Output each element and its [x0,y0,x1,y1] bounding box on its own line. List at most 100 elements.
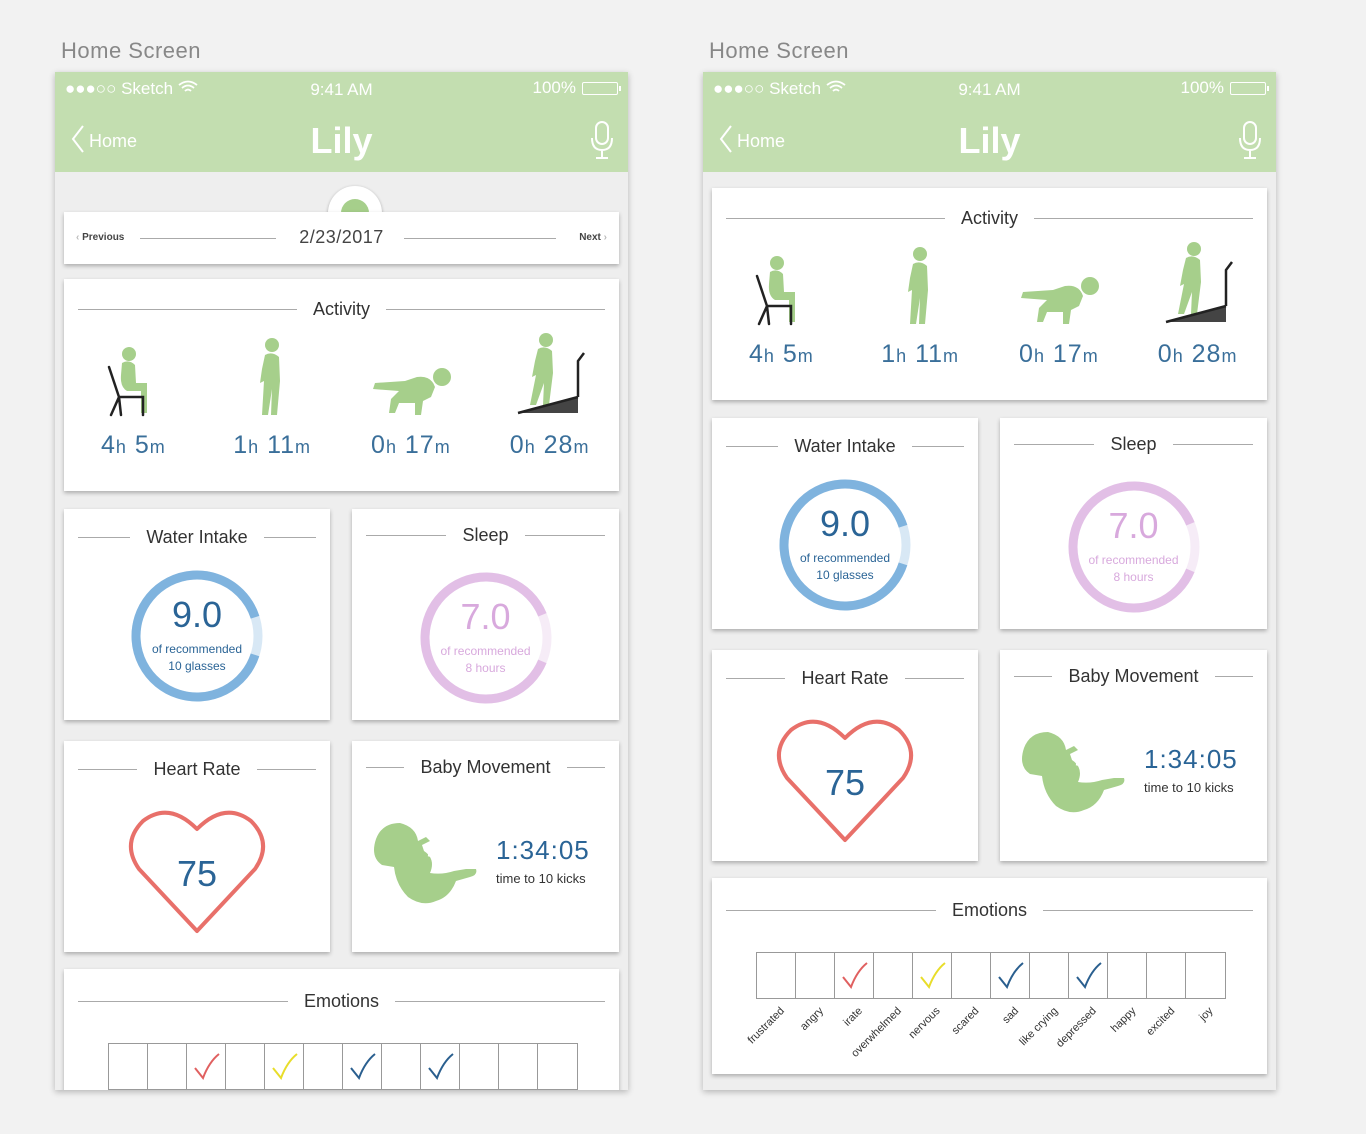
emotion-checkbox[interactable] [874,953,913,998]
divider [256,769,317,770]
emotion-checkbox[interactable] [1030,953,1069,998]
emotion-checkbox[interactable] [265,1044,304,1089]
emotion-checkbox[interactable] [796,953,835,998]
artboard-label: Home Screen [709,38,850,63]
emotion-checkbox[interactable] [835,953,874,998]
sleep-caption: of recommended 8 hours [1088,553,1179,584]
emotion-label: excited [1143,1005,1177,1039]
divider [911,446,964,447]
activity-card[interactable]: Activity 4h 5m 1h 11m 0h 17m 0h 28m [712,188,1267,400]
checkmark-icon [193,1052,221,1085]
emotion-checkbox[interactable] [1069,953,1108,998]
date-navigator: ‹ Previous 2/23/2017 Next › [64,212,619,264]
activity-item[interactable]: 1h 11m [212,331,332,460]
emotion-checkbox[interactable] [499,1044,538,1089]
heart-rate-card[interactable]: Heart Rate 75 [64,741,330,952]
emotion-checkbox[interactable] [187,1044,226,1089]
page-title: Lily [310,120,373,161]
emotion-checkbox[interactable] [991,953,1030,998]
battery-percent: 100% [532,78,576,97]
emotion-checkbox[interactable] [1147,953,1186,998]
activity-item[interactable]: 1h 11m [860,240,980,369]
phone-screen: ●●●○○ Sketch 9:41 AM 100% Home Lily Activity… [703,72,1276,1090]
activity-item[interactable]: 0h 28m [1138,240,1258,369]
sleep-progress-ring: 7.0 of recommended 8 hours [1065,478,1203,616]
water-intake-card[interactable]: Water Intake 9.0 of recommended 10 glasses [712,418,978,629]
emotion-checkbox[interactable] [460,1044,499,1089]
emotion-checkbox[interactable] [382,1044,421,1089]
divider [726,678,786,679]
activity-header: Activity [64,299,619,320]
divider [1172,444,1254,445]
emotion-checkbox[interactable] [1108,953,1147,998]
baby-movement-card[interactable]: Baby Movement 1:34:05 time to 10 kicks [352,741,619,952]
microphone-icon[interactable] [1238,120,1262,165]
water-intake-card[interactable]: Water Intake 9.0 of recommended 10 glasses [64,509,330,720]
activity-header: Activity [712,208,1267,229]
emotions-header: Emotions [712,900,1267,921]
checkmark-icon [349,1052,377,1085]
divider [386,309,606,310]
emotion-checkbox[interactable] [148,1044,187,1089]
divider [1043,910,1254,911]
activity-card[interactable]: Activity 4h 5m 1h 11m 0h 17m 0h 28m [64,279,619,491]
emotion-checkbox[interactable] [952,953,991,998]
divider [726,910,936,911]
kick-caption: time to 10 kicks [1144,780,1234,795]
emotion-label: depressed [1054,1005,1099,1050]
battery-status: 100% [1181,78,1269,98]
activity-item[interactable]: 0h 17m [999,240,1119,369]
emotion-checkbox[interactable] [1186,953,1225,998]
divider [404,238,556,239]
kick-caption: time to 10 kicks [496,871,586,886]
activity-item[interactable]: 0h 17m [351,331,471,460]
emotions-title: Emotions [303,991,380,1011]
activity-duration: 1h 11m [233,431,312,459]
emotion-checkbox[interactable] [757,953,796,998]
emotion-checkbox[interactable] [109,1044,148,1089]
emotion-checkbox[interactable] [304,1044,343,1089]
emotion-checkbox[interactable] [913,953,952,998]
battery-icon [582,81,621,95]
treadmill-icon [490,331,610,417]
yoga-icon [351,331,471,417]
activity-duration: 0h 17m [1019,340,1099,368]
emotion-checkbox[interactable] [226,1044,265,1089]
sleep-card[interactable]: Sleep 7.0 of recommended 8 hours [1000,418,1267,629]
activity-item[interactable]: 0h 28m [490,331,610,460]
activity-title: Activity [313,299,371,319]
emotion-checkbox[interactable] [538,1044,577,1089]
heart-icon: 75 [775,716,915,846]
emotion-labels: frustrated angry irate overwhelmed nervous sc… [746,999,1224,1060]
activity-item[interactable]: 4h 5m [73,331,193,460]
heart-icon: 75 [127,807,267,937]
water-caption: of recommended 10 glasses [799,551,891,582]
activity-title: Activity [961,208,1019,228]
sitting-icon [73,331,193,417]
emotion-checkbox[interactable] [421,1044,460,1089]
heart-rate-header: Heart Rate [712,668,978,689]
activity-duration: 0h 17m [371,431,451,459]
microphone-icon[interactable] [590,120,614,165]
emotion-label: scared [950,1005,982,1037]
activity-duration: 4h 5m [748,340,814,368]
sleep-values: 7.0 of recommended 8 hours [1065,478,1203,616]
baby-movement-card[interactable]: Baby Movement 1:34:05 time to 10 kicks [1000,650,1267,861]
emotion-checkbox[interactable] [343,1044,382,1089]
next-button[interactable]: Next › [579,232,607,243]
baby-movement-header: Baby Movement [352,757,619,778]
heart-rate-card[interactable]: Heart Rate 75 [712,650,978,861]
status-bar: ●●●○○ Sketch 9:41 AM 100% [55,72,628,106]
divider [78,537,131,538]
emotion-checklist [755,952,1226,999]
heart-rate-header: Heart Rate [64,759,330,780]
artboard-label: Home Screen [61,38,202,63]
treadmill-icon [1138,240,1258,326]
activity-list: 4h 5m 1h 11m 0h 17m 0h 28m [64,331,619,460]
divider [78,769,138,770]
divider [1014,676,1053,677]
sleep-card[interactable]: Sleep 7.0 of recommended 8 hours [352,509,619,720]
activity-duration: 4h 5m [100,431,166,459]
divider [263,537,316,538]
activity-item[interactable]: 4h 5m [721,240,841,369]
